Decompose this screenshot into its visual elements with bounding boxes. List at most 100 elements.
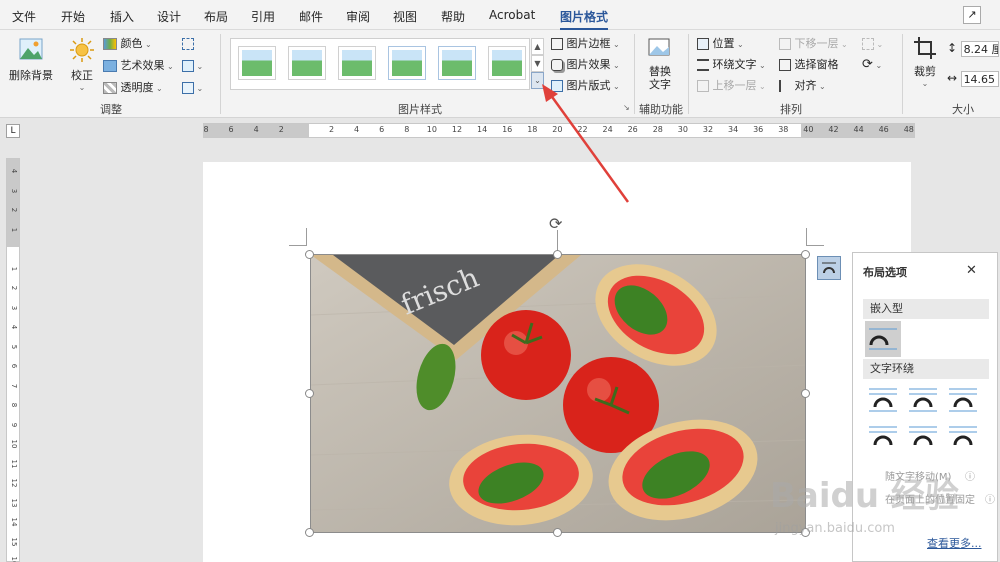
change-picture-icon[interactable]: ⌄ [182,58,206,74]
tab-design[interactable]: 设计 [157,8,181,25]
rotate-handle-icon[interactable]: ⟳ [549,214,562,233]
tab-file[interactable]: 文件 [12,8,36,25]
wrap-inline-option[interactable] [865,321,901,357]
wrap-option[interactable] [947,385,979,413]
compress-pictures-icon[interactable] [182,36,198,52]
alt-text-label: 替换文字 [649,65,671,91]
style-thumbnail[interactable] [338,46,376,80]
selection-pane-button[interactable]: 选择窗格 [779,57,839,73]
ruler-number: 8 [404,125,410,134]
ruler-number: 16 [502,125,513,134]
wrap-option[interactable] [867,385,899,413]
divider [902,34,903,114]
ruler-number: 4 [10,324,18,330]
width-icon: ↔ [947,71,958,85]
crop-button[interactable]: 裁剪 ⌄ [908,36,942,88]
resize-handle[interactable] [553,528,562,537]
style-thumbnail[interactable] [288,46,326,80]
chevron-down-icon: ⌄ [164,62,174,71]
alt-text-button[interactable]: 替换文字 [642,36,678,91]
wrap-text-button[interactable]: 环绕文字 ⌄ [697,57,766,73]
picture-effects-label: 图片效果 [566,58,611,71]
ruler-number: 6 [379,125,385,134]
picture-styles-gallery [230,38,530,90]
height-field[interactable]: ↕ 8.24 厘 [947,40,999,57]
gallery-scroll-up-icon[interactable]: ▲ [531,38,544,55]
info-icon: ⓘ [965,472,975,483]
bring-forward-button[interactable]: 上移一层 ⌄ [697,78,766,94]
wrap-option[interactable] [907,423,939,451]
ruler-number: 3 [10,305,18,310]
height-value: 8.24 厘 [960,41,999,57]
divider [220,34,221,114]
chevron-down-icon: ⌄ [610,61,620,70]
tab-layout[interactable]: 布局 [204,8,228,25]
position-button[interactable]: 位置 ⌄ [697,36,744,52]
artistic-effects-button[interactable]: 艺术效果 ⌄ [103,58,174,74]
resize-handle[interactable] [801,250,810,259]
picture-styles-group-label: 图片样式 [398,103,442,116]
tab-view[interactable]: 视图 [393,8,417,25]
share-icon[interactable]: ↗ [963,6,981,24]
picture-effects-button[interactable]: 图片效果 ⌄ [551,57,620,73]
tab-picture-format[interactable]: 图片格式 [560,8,609,31]
width-field[interactable]: ↔ 14.65 厘 [947,70,999,87]
crop-mark [806,228,824,246]
close-icon[interactable]: ✕ [966,263,977,278]
layout-options-button[interactable] [817,256,841,280]
align-button[interactable]: 对齐 ⌄ [779,78,826,94]
tab-home[interactable]: 开始 [61,8,85,25]
see-more-link[interactable]: 查看更多... [927,535,982,551]
selection-pane-icon [779,59,791,71]
ruler-area: L 8 6 4 2 2 4 6 8 10 12 14 16 18 20 22 24 26 28 30 32 34 36 38… [0,118,1000,144]
color-button[interactable]: 颜色 ⌄ [103,36,152,52]
remove-background-button[interactable]: 删除背景 [8,36,54,83]
ruler-number: 8 [203,125,209,134]
bring-forward-icon [697,80,709,92]
chevron-down-icon: ⌄ [734,40,744,49]
style-thumbnail[interactable] [388,46,426,80]
wrap-option[interactable] [947,423,979,451]
selected-picture[interactable]: frisch [310,254,806,533]
info-icon: ⓘ [985,495,995,506]
resize-handle[interactable] [553,250,562,259]
style-thumbnail[interactable] [488,46,526,80]
ruler-number: 11 [10,459,18,468]
ruler-number: 14 [477,125,488,134]
tab-review[interactable]: 审阅 [346,8,370,25]
tab-help[interactable]: 帮助 [441,8,465,25]
wrap-option[interactable] [867,423,899,451]
chevron-down-icon: ⌄ [194,62,204,71]
ruler-number: 10 [426,125,437,134]
send-backward-button[interactable]: 下移一层 ⌄ [779,36,848,52]
tab-acrobat[interactable]: Acrobat [489,8,535,22]
corrections-label: 校正 [71,69,93,82]
rotate-icon[interactable]: ⟳ ⌄ [862,57,882,73]
selection-pane-label: 选择窗格 [794,58,839,71]
gallery-scroll-down-icon[interactable]: ▼ [531,55,544,72]
group-icon[interactable]: ⌄ [862,36,883,52]
watermark-url: jingyan.baidu.com [775,521,895,536]
transparency-button[interactable]: 透明度 ⌄ [103,80,163,96]
vertical-ruler[interactable]: 4 3 2 1 1 2 3 4 5 6 7 8 9 10 11 12 13 14 15 16 [6,158,20,562]
picture-border-icon [551,38,563,50]
style-thumbnail[interactable] [238,46,276,80]
resize-handle[interactable] [305,389,314,398]
resize-handle[interactable] [305,528,314,537]
tab-stop-selector[interactable]: L [6,124,20,138]
style-thumbnail[interactable] [438,46,476,80]
reset-picture-icon[interactable]: ⌄ [182,80,206,96]
corrections-button[interactable]: 校正 ⌄ [66,36,98,92]
chevron-down-icon: ⌄ [921,79,929,88]
tab-insert[interactable]: 插入 [110,8,134,25]
tab-references[interactable]: 引用 [251,8,275,25]
wrap-option[interactable] [907,385,939,413]
resize-handle[interactable] [801,389,810,398]
ruler-number: 12 [451,125,463,134]
picture-border-button[interactable]: 图片边框 ⌄ [551,36,620,52]
ruler-number: 10 [10,439,18,449]
position-icon [697,38,709,50]
sun-icon [70,38,94,62]
tab-mailings[interactable]: 邮件 [299,8,323,25]
resize-handle[interactable] [305,250,314,259]
